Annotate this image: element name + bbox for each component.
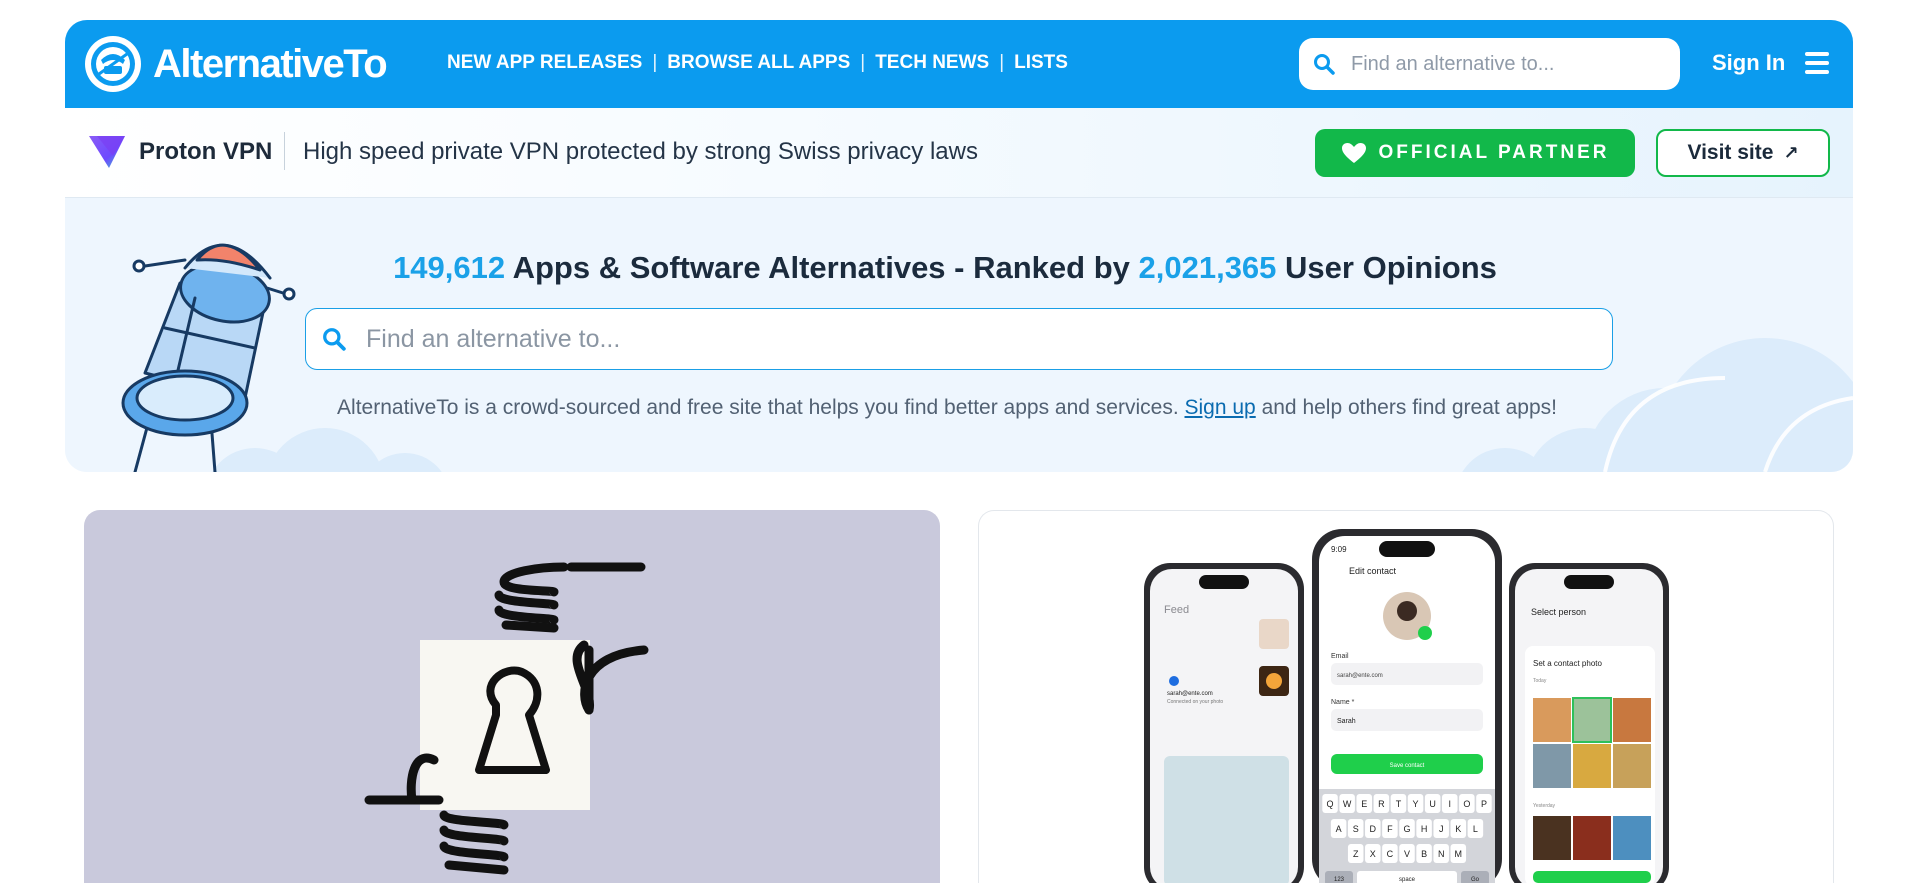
hamburger-icon[interactable] bbox=[1805, 52, 1829, 74]
heart-icon bbox=[1341, 143, 1366, 163]
hero-section: 149,612 Apps & Software Alternatives - R… bbox=[65, 198, 1853, 472]
keyboard-key-label: T bbox=[1396, 799, 1402, 809]
hero-search-box[interactable] bbox=[305, 308, 1613, 370]
proton-vpn-logo-icon bbox=[89, 136, 125, 168]
partner-banner: Proton VPN High speed private VPN protec… bbox=[65, 108, 1853, 198]
logo-text: AlternativeTo bbox=[153, 41, 388, 86]
hero-sub-before: AlternativeTo is a crowd-sourced and fre… bbox=[337, 396, 1179, 419]
sign-in-link[interactable]: Sign In bbox=[1712, 50, 1785, 76]
search-icon bbox=[323, 328, 346, 351]
svg-text:Yesterday: Yesterday bbox=[1533, 803, 1556, 809]
main-nav: NEW APP RELEASES | BROWSE ALL APPS | TEC… bbox=[447, 52, 1068, 74]
nav-lists[interactable]: LISTS bbox=[1014, 52, 1068, 74]
keyboard-key-label: S bbox=[1353, 824, 1359, 834]
keyboard-key-label: H bbox=[1421, 824, 1428, 834]
official-partner-badge: OFFICIAL PARTNER bbox=[1315, 129, 1635, 177]
keyboard-key-label: K bbox=[1455, 824, 1461, 834]
hero-search-input[interactable] bbox=[366, 324, 1566, 354]
header-search-input[interactable] bbox=[1351, 52, 1671, 76]
keyboard-key-label: J bbox=[1439, 824, 1444, 834]
header-shell: AlternativeTo NEW APP RELEASES | BROWSE … bbox=[65, 20, 1853, 472]
opinions-count: 2,021,365 bbox=[1138, 250, 1277, 285]
phone-left: Feed sarah@ente.com Connected on your ph… bbox=[1144, 563, 1304, 883]
keyboard-key-label: B bbox=[1421, 849, 1427, 859]
svg-text:Set a contact photo: Set a contact photo bbox=[1533, 659, 1602, 668]
keyboard-key-label: F bbox=[1387, 824, 1393, 834]
svg-text:Sarah: Sarah bbox=[1337, 718, 1356, 725]
svg-text:9:09: 9:09 bbox=[1331, 545, 1347, 554]
keyboard-key-label: D bbox=[1370, 824, 1377, 834]
nav-tech-news[interactable]: TECH NEWS bbox=[875, 52, 989, 74]
phones-mockup-illustration: Feed sarah@ente.com Connected on your ph… bbox=[1144, 529, 1669, 883]
svg-text:Go: Go bbox=[1471, 877, 1480, 883]
svg-text:Select person: Select person bbox=[1531, 607, 1586, 617]
sign-up-link[interactable]: Sign up bbox=[1185, 396, 1256, 419]
keyboard-key-label: G bbox=[1403, 824, 1410, 834]
telescope-mascot-illustration bbox=[121, 243, 296, 472]
keyboard-key-label: P bbox=[1481, 799, 1487, 809]
hero-title-mid: Apps & Software Alternatives - Ranked by bbox=[512, 250, 1130, 285]
header-search-box[interactable] bbox=[1299, 38, 1680, 90]
nav-separator: | bbox=[999, 52, 1005, 73]
svg-text:sarah@ente.com: sarah@ente.com bbox=[1167, 691, 1213, 697]
keyboard-key-label: R bbox=[1378, 799, 1385, 809]
partner-divider bbox=[284, 132, 285, 170]
svg-text:123: 123 bbox=[1334, 877, 1345, 883]
phone-center: 9:09 Edit contact Email sarah@ente.com N… bbox=[1312, 529, 1502, 883]
search-icon bbox=[1314, 54, 1335, 75]
visit-site-button[interactable]: Visit site ↗ bbox=[1656, 129, 1830, 177]
svg-text:Today: Today bbox=[1533, 678, 1547, 684]
top-navbar: AlternativeTo NEW APP RELEASES | BROWSE … bbox=[65, 20, 1853, 108]
keyboard-key-label: Z bbox=[1353, 849, 1359, 859]
hero-title-end: User Opinions bbox=[1285, 250, 1497, 285]
keyboard-key-label: W bbox=[1343, 799, 1352, 809]
keyboard-key-label: N bbox=[1438, 849, 1445, 859]
nav-new-app-releases[interactable]: NEW APP RELEASES bbox=[447, 52, 642, 74]
keyboard-key-label: L bbox=[1473, 824, 1478, 834]
feature-card-ente-photos[interactable]: Feed sarah@ente.com Connected on your ph… bbox=[978, 510, 1834, 883]
svg-text:Connected on your photo: Connected on your photo bbox=[1167, 699, 1223, 705]
keyboard-key-label: Q bbox=[1327, 799, 1334, 809]
nav-separator: | bbox=[652, 52, 658, 73]
svg-text:sarah@ente.com: sarah@ente.com bbox=[1337, 673, 1383, 679]
keyboard-key-label: Y bbox=[1413, 799, 1419, 809]
official-partner-label: OFFICIAL PARTNER bbox=[1378, 142, 1610, 163]
external-link-icon: ↗ bbox=[1783, 142, 1799, 163]
feature-card-privacy[interactable] bbox=[84, 510, 940, 883]
nav-separator: | bbox=[860, 52, 866, 73]
hero-sub-after: and help others find great apps! bbox=[1261, 396, 1557, 419]
keyhole-hands-illustration bbox=[364, 562, 649, 875]
svg-text:Email: Email bbox=[1331, 653, 1349, 660]
svg-text:space: space bbox=[1399, 877, 1416, 883]
visit-site-label: Visit site bbox=[1687, 141, 1774, 164]
keyboard-key-label: M bbox=[1455, 849, 1463, 859]
svg-text:Save contact: Save contact bbox=[1390, 763, 1425, 769]
keyboard-key-label: C bbox=[1387, 849, 1394, 859]
hero-title: 149,612 Apps & Software Alternatives - R… bbox=[65, 250, 1705, 286]
hero-subtitle: AlternativeTo is a crowd-sourced and fre… bbox=[65, 396, 1853, 420]
phone-right: Select person Set a contact photo Today … bbox=[1509, 563, 1669, 883]
logo-icon bbox=[85, 36, 141, 92]
nav-browse-all-apps[interactable]: BROWSE ALL APPS bbox=[667, 52, 850, 74]
partner-tagline: High speed private VPN protected by stro… bbox=[303, 138, 978, 165]
keyboard-key-label: I bbox=[1448, 799, 1451, 809]
svg-text:Edit contact: Edit contact bbox=[1349, 566, 1397, 576]
site-logo[interactable]: AlternativeTo bbox=[85, 36, 388, 92]
keyboard-key-label: A bbox=[1336, 824, 1342, 834]
partner-name[interactable]: Proton VPN bbox=[139, 138, 272, 166]
keyboard-key-label: V bbox=[1404, 849, 1410, 859]
keyboard-key-label: O bbox=[1463, 799, 1470, 809]
svg-text:Name *: Name * bbox=[1331, 699, 1355, 706]
svg-text:Feed: Feed bbox=[1164, 604, 1189, 616]
apps-count: 149,612 bbox=[393, 250, 506, 285]
keyboard-key-label: U bbox=[1429, 799, 1436, 809]
keyboard-key-label: X bbox=[1370, 849, 1376, 859]
keyboard-key-label: E bbox=[1361, 799, 1367, 809]
